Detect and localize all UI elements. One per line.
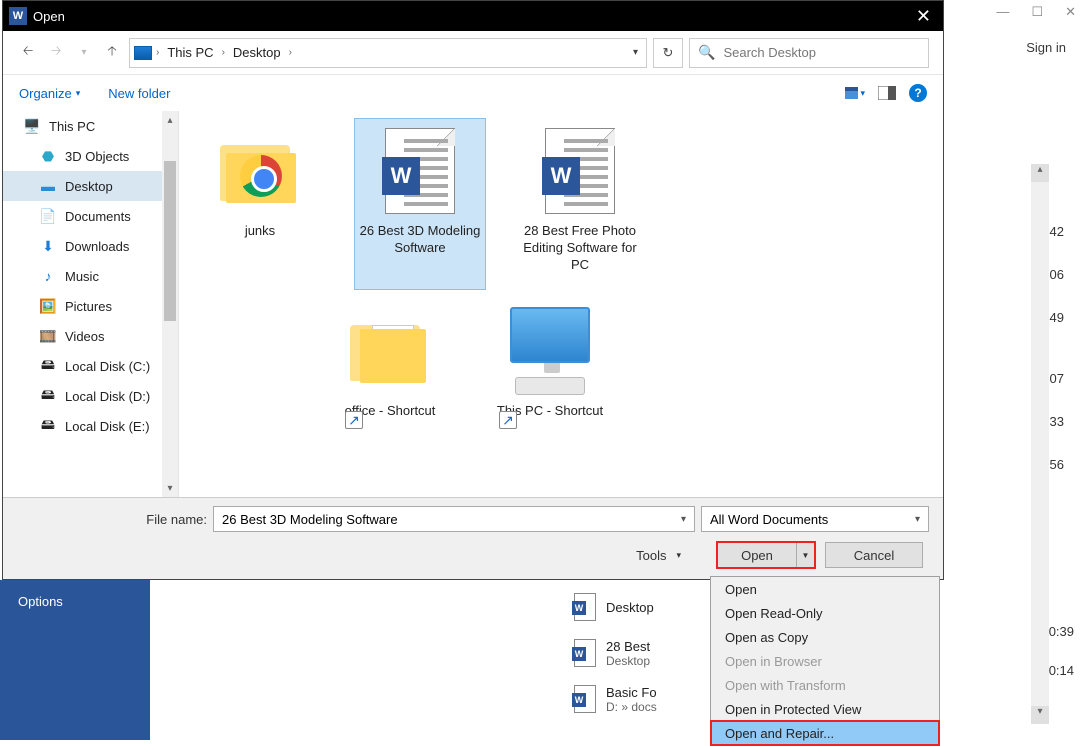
cancel-button[interactable]: Cancel (825, 542, 923, 568)
filename-input[interactable]: 26 Best 3D Modeling Software ▾ (213, 506, 695, 532)
nav-tree: ▴▾ 🖥️This PC ⬣3D Objects ▬Desktop 📄Docum… (3, 111, 179, 499)
keyboard-icon (515, 377, 585, 395)
monitor-icon (510, 307, 590, 363)
tools-dropdown[interactable]: Tools▾ (636, 548, 681, 563)
breadcrumb[interactable]: Desktop (229, 43, 285, 62)
close-icon[interactable]: ✕ (910, 6, 937, 27)
videos-icon: 🎞️ (39, 328, 57, 344)
tree-local-disk-c[interactable]: 🖴Local Disk (C:) (3, 351, 178, 381)
tree-3d-objects[interactable]: ⬣3D Objects (3, 141, 178, 171)
address-dropdown-icon[interactable]: ▾ (629, 47, 642, 58)
nav-recent-icon[interactable]: ▾ (73, 42, 95, 64)
tree-documents[interactable]: 📄Documents (3, 201, 178, 231)
word-doc-icon: W (545, 128, 615, 214)
shortcut-arrow-icon: ↗ (499, 411, 517, 429)
new-folder-button[interactable]: New folder (108, 86, 170, 101)
word-doc-icon: W (574, 593, 596, 621)
nav-forward-icon[interactable]: 🡢 (45, 42, 67, 64)
preview-pane-button[interactable] (877, 84, 897, 102)
shortcut-arrow-icon: ↗ (345, 411, 363, 429)
cube-icon: ⬣ (39, 148, 57, 164)
file-item-shortcut[interactable]: ↗ This PC - Shortcut (485, 299, 615, 469)
file-item-folder[interactable]: junks (195, 119, 325, 289)
bg-close-icon[interactable]: ✕ (1065, 4, 1076, 20)
this-pc-small-icon (134, 46, 152, 60)
tree-local-disk-d[interactable]: 🖴Local Disk (D:) (3, 381, 178, 411)
tree-local-disk-e[interactable]: 🖴Local Disk (E:) (3, 411, 178, 441)
open-button[interactable]: Open ▼ (717, 542, 815, 568)
search-icon: 🔍 (698, 44, 715, 61)
menu-open-protected[interactable]: Open in Protected View (711, 697, 939, 721)
help-icon[interactable]: ? (909, 84, 927, 102)
drive-icon: 🖴 (39, 418, 57, 434)
word-doc-icon: W (574, 639, 596, 667)
menu-open-and-repair[interactable]: Open and Repair... (711, 721, 939, 745)
dialog-footer: File name: 26 Best 3D Modeling Software … (3, 497, 943, 579)
backstage-panel: Options (0, 580, 150, 740)
open-dropdown-menu: Open Open Read-Only Open as Copy Open in… (710, 576, 940, 746)
pictures-icon: 🖼️ (39, 298, 57, 314)
nav-back-icon[interactable]: 🡠 (17, 42, 39, 64)
tree-desktop[interactable]: ▬Desktop (3, 171, 178, 201)
file-item-word[interactable]: W 26 Best 3D Modeling Software (355, 119, 485, 289)
organize-button[interactable]: Organize▾ (19, 86, 80, 101)
tree-pictures[interactable]: 🖼️Pictures (3, 291, 178, 321)
drive-icon: 🖴 (39, 358, 57, 374)
chevron-down-icon[interactable]: ▾ (915, 514, 920, 525)
search-placeholder: Search Desktop (723, 45, 816, 60)
file-item-word[interactable]: W 28 Best Free Photo Editing Software fo… (515, 119, 645, 289)
tree-downloads[interactable]: ⬇Downloads (3, 231, 178, 261)
dialog-title: Open (33, 9, 65, 24)
download-icon: ⬇ (39, 238, 57, 254)
folder-icon (350, 319, 430, 383)
file-item-shortcut[interactable]: ↗ office - Shortcut (325, 299, 455, 469)
open-split-arrow[interactable]: ▼ (796, 543, 814, 567)
nav-up-icon[interactable]: 🡡 (101, 42, 123, 64)
documents-icon: 📄 (39, 208, 57, 224)
open-dialog: W Open ✕ 🡠 🡢 ▾ 🡡 › This PC › Desktop › ▾… (2, 0, 944, 580)
bg-scrollbar[interactable]: ▴▾ (1031, 164, 1049, 724)
chevron-right-icon[interactable]: › (289, 47, 292, 58)
recent-files-peek: W Desktop W 28 Best Desktop W Basic FoD:… (574, 584, 704, 722)
word-app-icon: W (9, 7, 27, 25)
desktop-icon: ▬ (39, 178, 57, 194)
monitor-icon: 🖥️ (23, 118, 41, 134)
chevron-down-icon[interactable]: ▾ (681, 514, 686, 525)
word-doc-icon: W (574, 685, 596, 713)
address-bar[interactable]: › This PC › Desktop › ▾ (129, 38, 647, 68)
refresh-icon[interactable]: ↻ (653, 38, 683, 68)
options-link[interactable]: Options (18, 594, 132, 609)
menu-open-with-transform: Open with Transform (711, 673, 939, 697)
search-input[interactable]: 🔍 Search Desktop (689, 38, 929, 68)
music-icon: ♪ (39, 268, 57, 284)
tree-scrollbar[interactable]: ▴▾ (162, 111, 178, 499)
chevron-right-icon[interactable]: › (156, 47, 159, 58)
file-grid: junks W 26 Best 3D Modeling Software W 2… (179, 111, 943, 499)
menu-open-readonly[interactable]: Open Read-Only (711, 601, 939, 625)
signin-link[interactable]: Sign in (1026, 40, 1066, 55)
bg-minimize-icon[interactable]: — (996, 4, 1009, 20)
view-mode-button[interactable]: ▾ (845, 84, 865, 102)
folder-icon (220, 139, 300, 203)
filename-label: File name: (17, 512, 207, 527)
bg-maximize-icon[interactable]: ☐ (1031, 4, 1043, 20)
tree-videos[interactable]: 🎞️Videos (3, 321, 178, 351)
drive-icon: 🖴 (39, 388, 57, 404)
tree-music[interactable]: ♪Music (3, 261, 178, 291)
breadcrumb[interactable]: This PC (163, 43, 217, 62)
filter-dropdown[interactable]: All Word Documents ▾ (701, 506, 929, 532)
menu-open-in-browser: Open in Browser (711, 649, 939, 673)
menu-open-as-copy[interactable]: Open as Copy (711, 625, 939, 649)
bg-time-right: 0:39 0:14 (1049, 624, 1074, 702)
tree-this-pc[interactable]: 🖥️This PC (3, 111, 178, 141)
menu-open[interactable]: Open (711, 577, 939, 601)
titlebar: W Open ✕ (3, 1, 943, 31)
chevron-right-icon[interactable]: › (222, 47, 225, 58)
word-doc-icon: W (385, 128, 455, 214)
